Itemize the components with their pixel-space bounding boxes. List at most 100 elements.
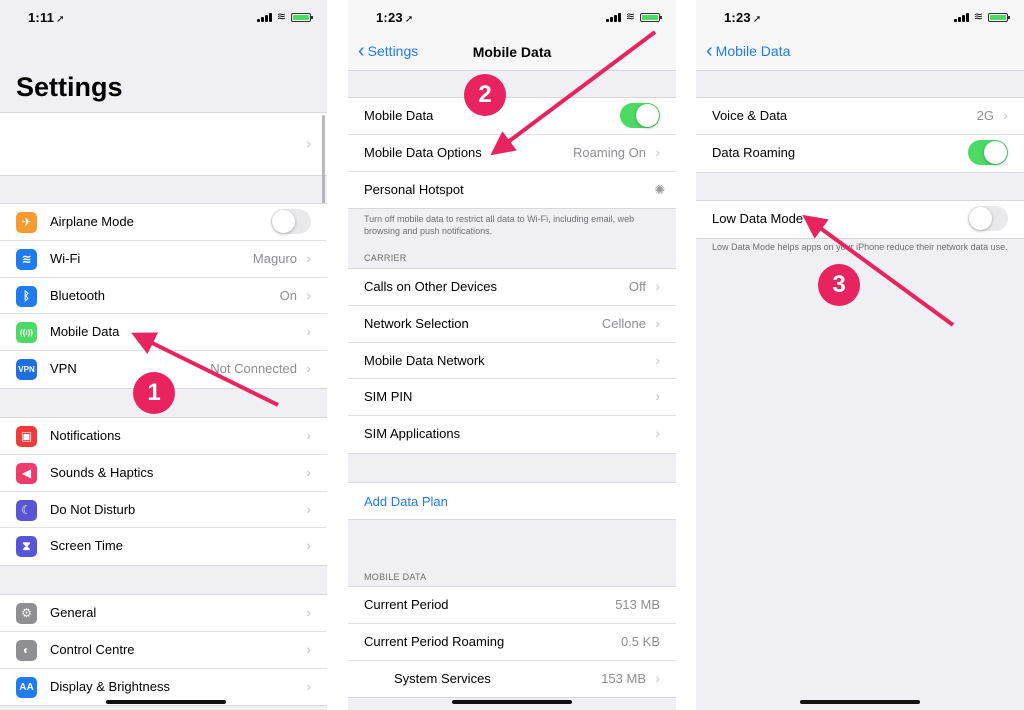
general-group: ⚙ General › ◐ Control Centre › AA Displa… bbox=[0, 594, 327, 707]
notifications-icon: ▣ bbox=[16, 426, 37, 447]
row-system-services[interactable]: System Services 153 MB › bbox=[348, 661, 676, 698]
row-label: Mobile Data bbox=[364, 108, 434, 123]
data-roaming-toggle[interactable] bbox=[968, 139, 1008, 165]
row-mobile-data[interactable]: Mobile Data bbox=[348, 98, 676, 135]
row-label: Personal Hotspot bbox=[364, 181, 464, 197]
row-network-selection[interactable]: Network Selection Cellone › bbox=[348, 306, 676, 343]
section-header-carrier: CARRIER bbox=[364, 253, 407, 263]
signal-icon bbox=[605, 12, 621, 22]
row-label: Display & Brightness bbox=[50, 678, 170, 694]
hourglass-icon: ⧗ bbox=[16, 536, 37, 558]
settings-row-control-centre[interactable]: ◐ Control Centre › bbox=[0, 632, 327, 669]
chevron-right-icon: › bbox=[306, 427, 311, 443]
low-data-mode-group: Low Data Mode bbox=[696, 200, 1024, 239]
chevron-right-icon: › bbox=[655, 669, 660, 686]
back-button[interactable]: ‹ Mobile Data bbox=[706, 40, 791, 62]
settings-row-general[interactable]: ⚙ General › bbox=[0, 595, 327, 632]
page-title: Settings bbox=[16, 72, 123, 102]
apple-id-row[interactable]: › bbox=[0, 112, 327, 176]
chevron-right-icon: › bbox=[306, 286, 311, 303]
signal-icon bbox=[256, 12, 272, 22]
settings-screen: 1:11 ➚ ≋ Settings › ✈ Airplane Mode ≋ Wi-… bbox=[0, 0, 327, 710]
chevron-left-icon: ‹ bbox=[706, 40, 713, 62]
carrier-group: Calls on Other Devices Off › Network Sel… bbox=[348, 268, 676, 454]
row-label: Mobile Data Network bbox=[364, 352, 485, 368]
row-value: 2G bbox=[976, 108, 994, 123]
row-data-roaming[interactable]: Data Roaming bbox=[696, 135, 1024, 172]
row-calls-other-devices[interactable]: Calls on Other Devices Off › bbox=[348, 269, 676, 306]
row-label: Mobile Data Options bbox=[364, 144, 482, 160]
chevron-right-icon: › bbox=[306, 604, 311, 620]
chevron-right-icon: › bbox=[306, 677, 311, 694]
antenna-icon: ((ı)) bbox=[16, 322, 37, 344]
mobile-data-footnote: Turn off mobile data to restrict all dat… bbox=[364, 214, 635, 236]
settings-row-wifi[interactable]: ≋ Wi-Fi Maguro › bbox=[0, 241, 327, 278]
wifi-status-icon: ≋ bbox=[973, 11, 983, 23]
airplane-icon: ✈ bbox=[16, 212, 37, 233]
row-label: System Services bbox=[394, 670, 491, 686]
mobile-data-group: Mobile Data Mobile Data Options Roaming … bbox=[348, 97, 676, 210]
row-label: Calls on Other Devices bbox=[364, 279, 497, 294]
row-personal-hotspot[interactable]: Personal Hotspot ✺ bbox=[348, 172, 676, 209]
settings-row-screen-time[interactable]: ⧗ Screen Time › bbox=[0, 528, 327, 565]
row-sim-pin[interactable]: SIM PIN › bbox=[348, 379, 676, 417]
row-value: Roaming On bbox=[573, 144, 646, 160]
row-low-data-mode[interactable]: Low Data Mode bbox=[696, 201, 1024, 238]
switches-icon: ◐ bbox=[16, 639, 37, 661]
navigation-bar: ‹ Mobile Data bbox=[696, 36, 1024, 71]
settings-row-airplane-mode[interactable]: ✈ Airplane Mode bbox=[0, 204, 327, 241]
row-label: Notifications bbox=[50, 428, 121, 443]
chevron-right-icon: › bbox=[306, 323, 311, 340]
connectivity-group: ✈ Airplane Mode ≋ Wi-Fi Maguro › ᛒ Bluet… bbox=[0, 203, 327, 389]
row-mobile-data-network[interactable]: Mobile Data Network › bbox=[348, 343, 676, 380]
step-badge-3: 3 bbox=[818, 264, 860, 306]
mobile-data-screen: 1:23 ➚ ≋ ‹ Settings Mobile Data Mobile Da… bbox=[348, 0, 676, 710]
usage-group: Current Period 513 MB Current Period Roa… bbox=[348, 586, 676, 699]
row-label: Do Not Disturb bbox=[50, 501, 136, 517]
chevron-right-icon: › bbox=[306, 360, 311, 377]
settings-row-sounds[interactable]: ◀ Sounds & Haptics › bbox=[0, 455, 327, 492]
chevron-right-icon: › bbox=[306, 135, 311, 151]
low-data-mode-toggle[interactable] bbox=[968, 206, 1008, 231]
row-label: Voice & Data bbox=[712, 108, 788, 123]
row-current-period-roaming: Current Period Roaming 0.5 KB bbox=[348, 624, 676, 661]
chevron-right-icon: › bbox=[1003, 107, 1008, 123]
status-bar: 1:23 ➚ ≋ bbox=[696, 0, 1024, 36]
display-icon: AA bbox=[16, 676, 37, 698]
row-value: Not Connected bbox=[210, 361, 297, 377]
row-sim-applications[interactable]: SIM Applications › bbox=[348, 416, 676, 453]
low-data-mode-footnote: Low Data Mode helps apps on your iPhone … bbox=[712, 242, 1008, 252]
airplane-mode-toggle[interactable] bbox=[271, 209, 311, 234]
settings-row-do-not-disturb[interactable]: ☾ Do Not Disturb › bbox=[0, 492, 327, 529]
status-time: 1:23 bbox=[724, 10, 751, 25]
wifi-status-icon: ≋ bbox=[625, 11, 635, 23]
wifi-status-icon: ≋ bbox=[276, 11, 286, 23]
row-label: Mobile Data bbox=[50, 324, 120, 340]
row-mobile-data-options[interactable]: Mobile Data Options Roaming On › bbox=[348, 135, 676, 172]
row-label: Bluetooth bbox=[50, 287, 105, 303]
row-label: Control Centre bbox=[50, 641, 135, 657]
row-voice-and-data[interactable]: Voice & Data 2G › bbox=[696, 98, 1024, 135]
row-label: Data Roaming bbox=[712, 144, 796, 160]
row-value: Cellone bbox=[601, 315, 646, 331]
home-indicator bbox=[800, 700, 920, 704]
row-label: Low Data Mode bbox=[712, 211, 804, 226]
row-label: Current Period Roaming bbox=[364, 633, 505, 649]
navigation-bar: ‹ Settings Mobile Data bbox=[348, 36, 676, 71]
row-value: Maguro bbox=[252, 250, 297, 266]
status-time: 1:11 bbox=[28, 10, 55, 25]
vpn-icon: VPN bbox=[16, 359, 37, 381]
back-label: Mobile Data bbox=[715, 43, 791, 59]
wifi-icon: ≋ bbox=[16, 248, 37, 270]
chevron-right-icon: › bbox=[306, 463, 311, 480]
row-label: Current Period bbox=[364, 597, 449, 612]
settings-row-mobile-data[interactable]: ((ı)) Mobile Data › bbox=[0, 314, 327, 352]
mobile-data-toggle[interactable] bbox=[620, 103, 660, 128]
row-value: Off bbox=[628, 279, 646, 294]
settings-row-notifications[interactable]: ▣ Notifications › bbox=[0, 418, 327, 455]
moon-icon: ☾ bbox=[16, 499, 37, 521]
chevron-right-icon: › bbox=[655, 351, 660, 368]
add-data-plan-link[interactable]: Add Data Plan bbox=[364, 494, 448, 509]
settings-row-bluetooth[interactable]: ᛒ Bluetooth On › bbox=[0, 278, 327, 315]
chevron-right-icon: › bbox=[655, 143, 660, 160]
